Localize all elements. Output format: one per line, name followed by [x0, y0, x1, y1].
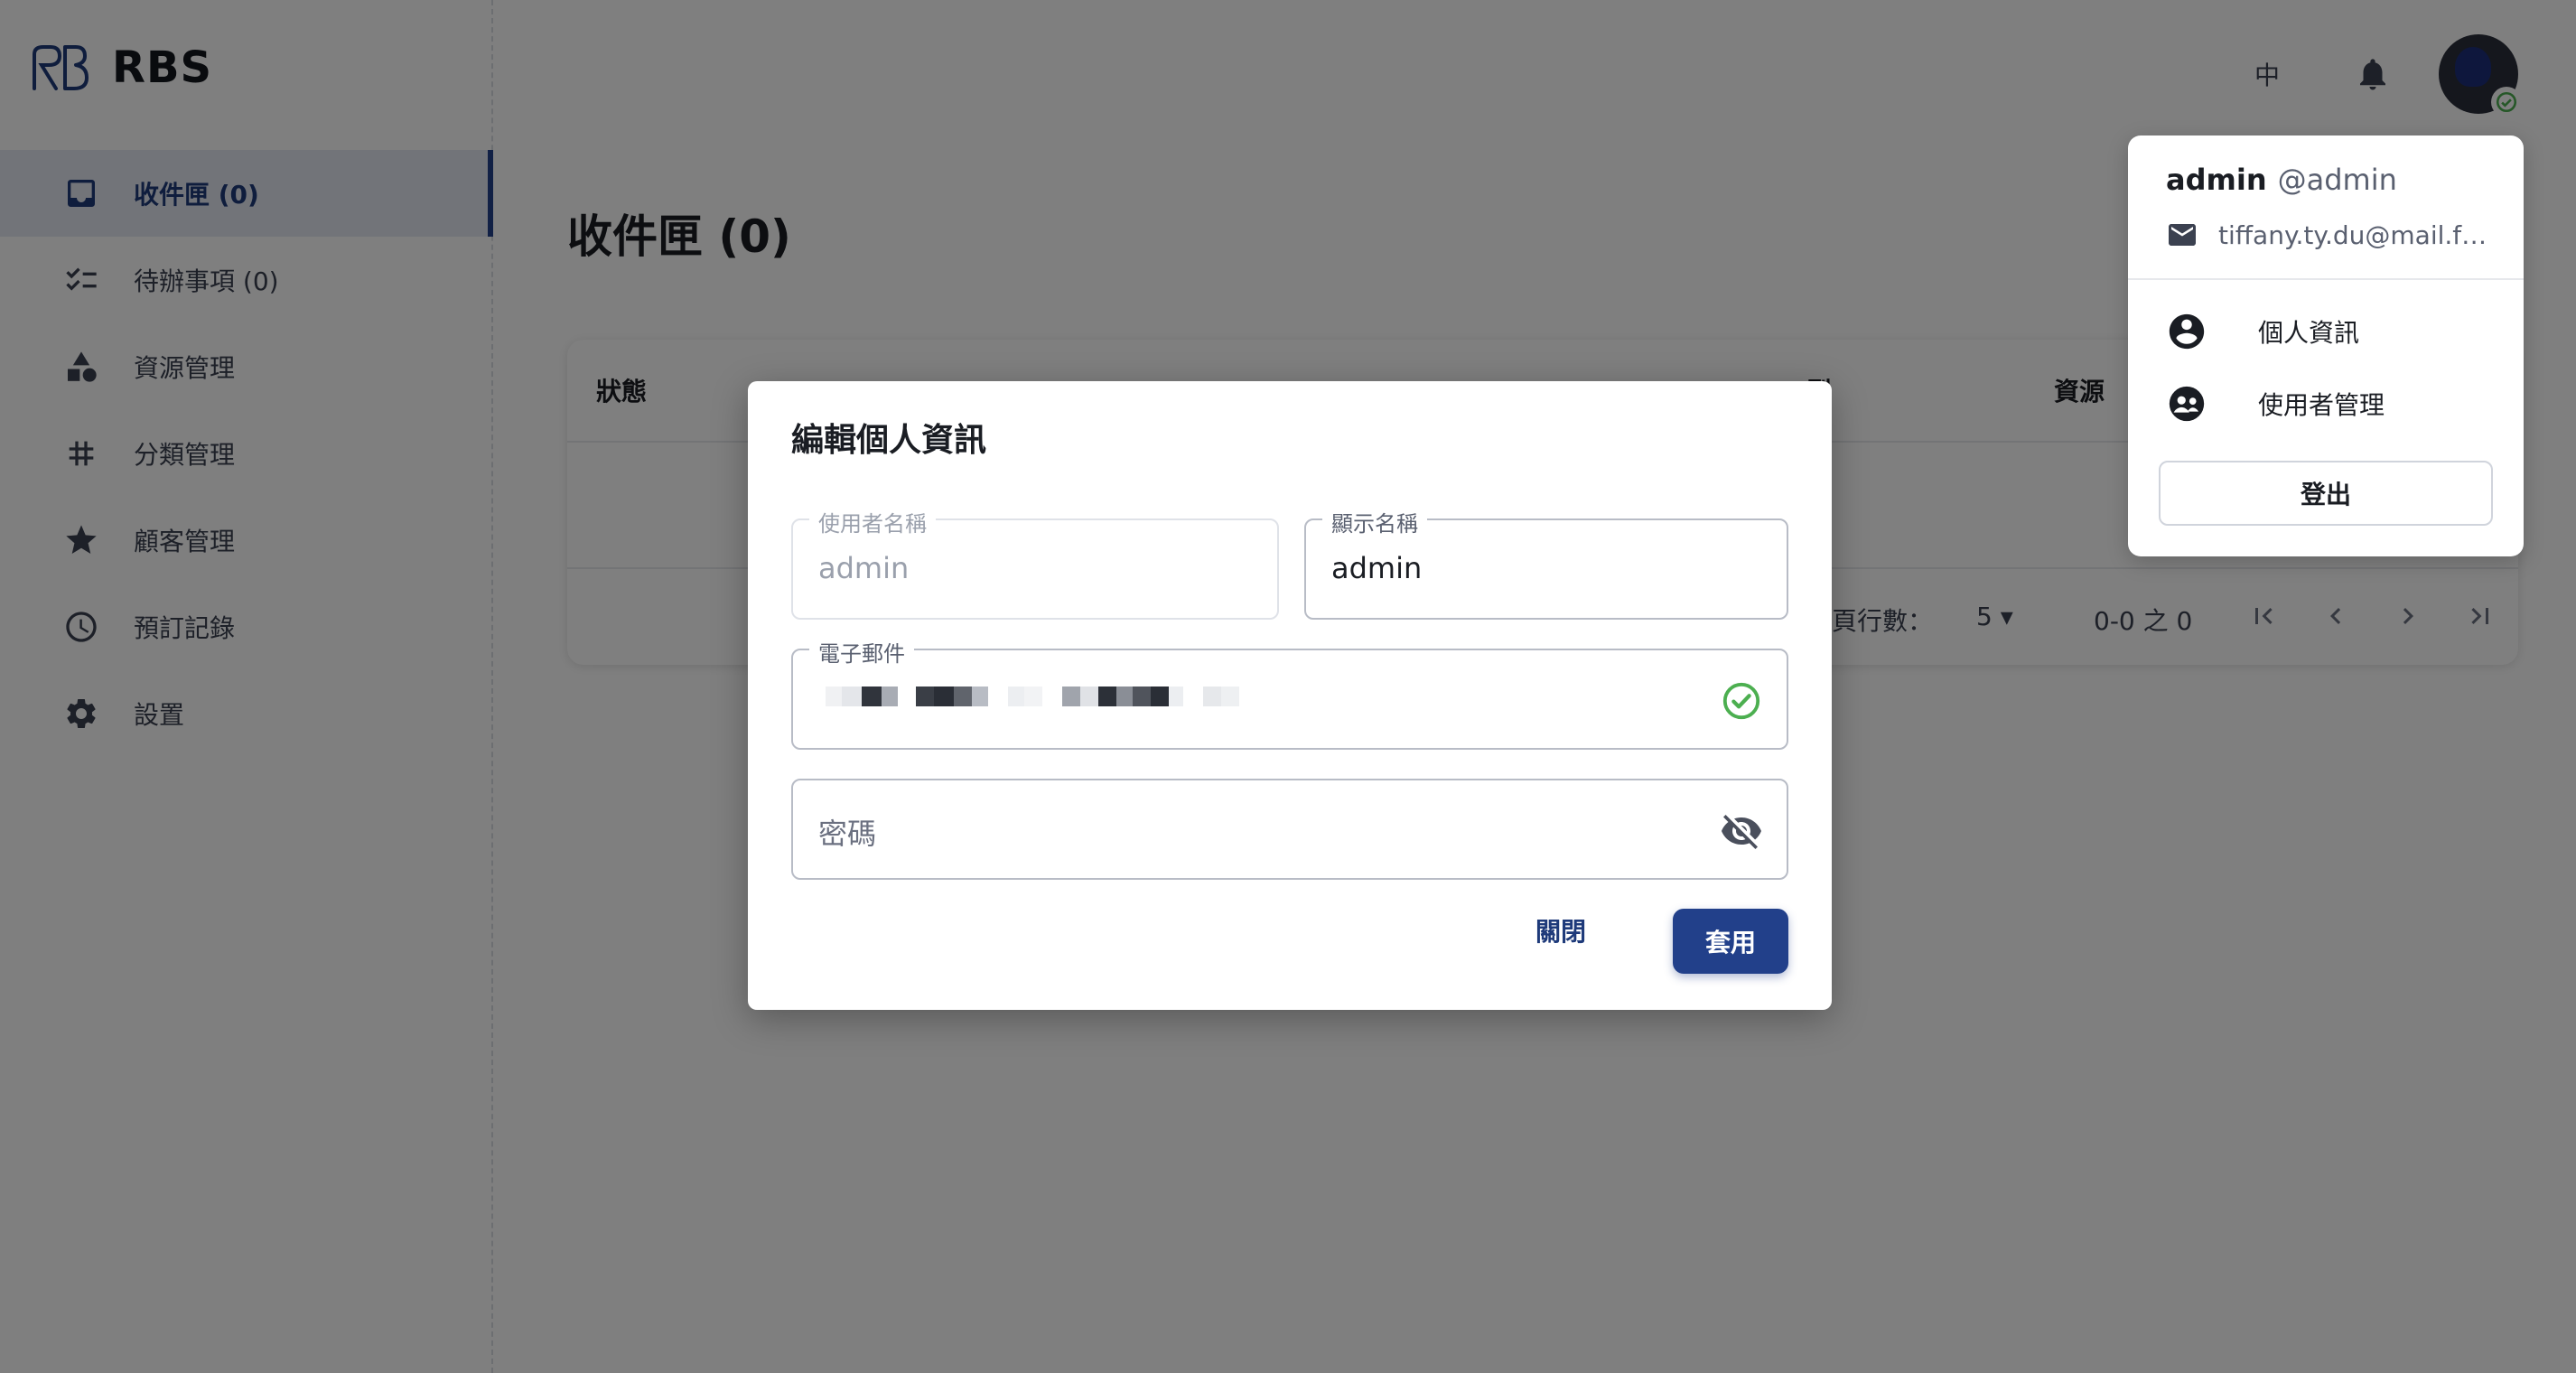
display-name-field[interactable]: 顯示名稱 admin: [1304, 506, 1788, 620]
dialog-title: 編輯個人資訊: [791, 422, 987, 459]
account-circle-icon: [2169, 313, 2205, 350]
check-circle-icon: [1720, 679, 1763, 723]
user-email: tiffany.ty.du@mail.fo...: [2218, 219, 2489, 250]
user-handle: @admin: [2277, 163, 2397, 197]
user-email-row: tiffany.ty.du@mail.fo...: [2166, 219, 2489, 251]
visibility-off-icon[interactable]: [1720, 809, 1763, 853]
username-field: 使用者名稱 admin: [791, 506, 1279, 620]
display-name-label: 顯示名稱: [1322, 506, 1427, 537]
logout-button[interactable]: 登出: [2159, 461, 2493, 526]
password-field[interactable]: 密碼: [791, 779, 1788, 880]
close-button[interactable]: 關閉: [1535, 912, 1586, 948]
email-label: 電子郵件: [809, 636, 914, 668]
user-name: admin: [2166, 163, 2267, 197]
mail-icon: [2169, 224, 2196, 246]
display-name-value[interactable]: admin: [1331, 551, 1422, 585]
menu-item-profile[interactable]: 個人資訊: [2166, 311, 2359, 352]
email-redacted-value: [826, 686, 1239, 706]
user-menu-header: admin @admin: [2166, 163, 2397, 197]
user-menu: admin @admin tiffany.ty.du@mail.fo... 個人資…: [2128, 135, 2524, 556]
apply-button[interactable]: 套用: [1673, 909, 1788, 974]
edit-profile-dialog: 編輯個人資訊 使用者名稱 admin 顯示名稱 admin 電子郵件 密碼 關閉…: [748, 381, 1832, 1010]
username-label: 使用者名稱: [809, 506, 936, 537]
email-field[interactable]: 電子郵件: [791, 636, 1788, 750]
menu-divider: [2128, 278, 2524, 280]
password-placeholder: 密碼: [818, 817, 877, 851]
supervisor-account-icon: [2169, 386, 2205, 422]
username-value: admin: [818, 551, 910, 585]
menu-item-label: 使用者管理: [2258, 390, 2385, 420]
menu-item-label: 個人資訊: [2258, 318, 2360, 348]
menu-item-user-management[interactable]: 使用者管理: [2166, 383, 2385, 425]
